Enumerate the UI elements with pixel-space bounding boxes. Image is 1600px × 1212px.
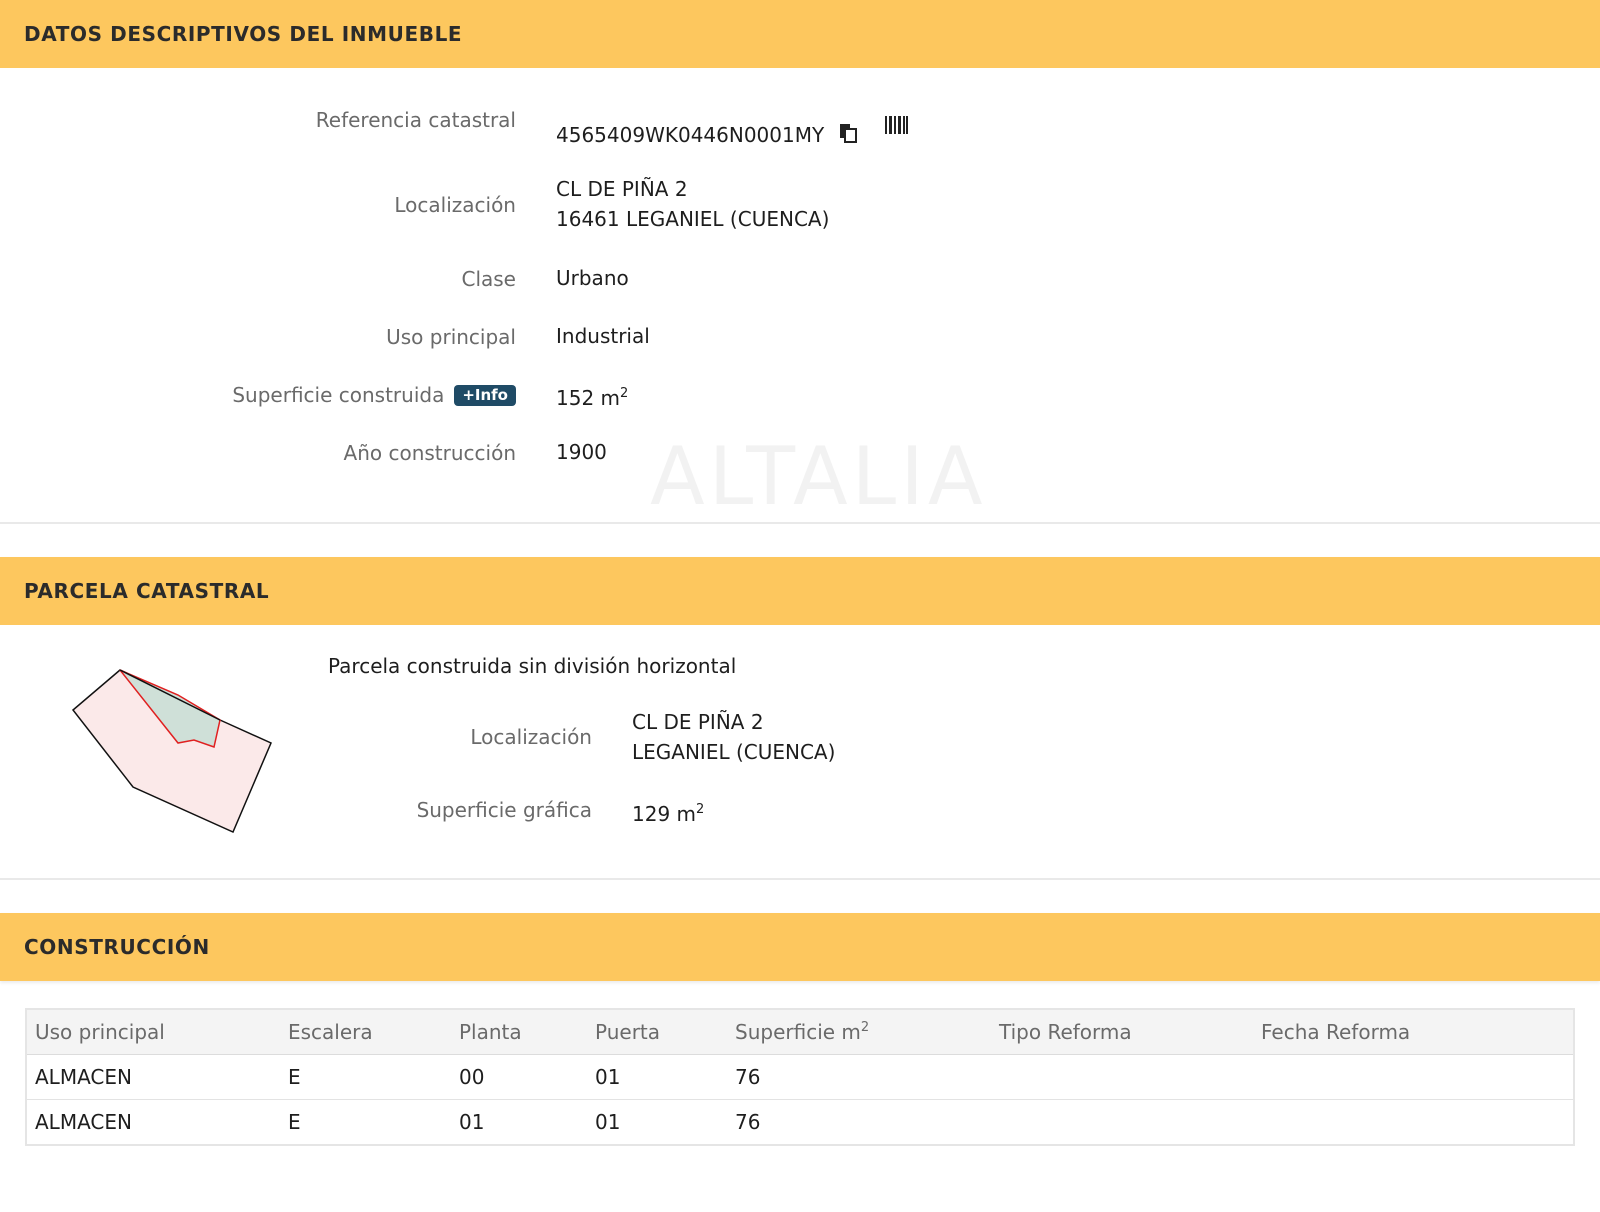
parcela-loc-label: Localización bbox=[470, 725, 592, 749]
cell-uso: ALMACEN bbox=[26, 1099, 280, 1146]
sup-label: Superficie construida bbox=[232, 383, 445, 407]
cell-fecha-reforma bbox=[1253, 1099, 1574, 1146]
cell-fecha-reforma bbox=[1253, 1054, 1574, 1100]
construccion-header: CONSTRUCCIÓN bbox=[0, 913, 1600, 981]
sup-label-row: Superficie construida +Info bbox=[232, 383, 516, 407]
cell-planta: 01 bbox=[451, 1099, 587, 1146]
construccion-title: CONSTRUCCIÓN bbox=[24, 935, 210, 959]
loc-line1: CL DE PIÑA 2 bbox=[556, 177, 688, 201]
parcela-loc-value: CL DE PIÑA 2 LEGANIEL (CUENCA) bbox=[632, 707, 835, 767]
parcela-sup-label: Superficie gráfica bbox=[416, 798, 592, 822]
anio-label: Año construcción bbox=[343, 441, 516, 465]
anio-value: 1900 bbox=[556, 440, 607, 464]
col-header-puerta: Puerta bbox=[587, 1009, 727, 1055]
table-row: ALMACEN E 01 01 76 bbox=[26, 1099, 1574, 1146]
cell-tipo-reforma bbox=[991, 1099, 1253, 1146]
cell-superficie: 76 bbox=[727, 1099, 991, 1146]
col-header-escalera: Escalera bbox=[280, 1009, 451, 1055]
parcela-body: Parcela construida sin división horizont… bbox=[0, 625, 1600, 880]
cell-escalera: E bbox=[280, 1099, 451, 1146]
sup-value: 152 m bbox=[556, 386, 621, 410]
parcela-sup-value: 129 m bbox=[632, 802, 697, 826]
datos-header: DATOS DESCRIPTIVOS DEL INMUEBLE bbox=[0, 0, 1600, 68]
col-header-tipo-reforma: Tipo Reforma bbox=[991, 1009, 1253, 1055]
ref-value-row: 4565409WK0446N0001MY bbox=[556, 114, 909, 152]
table-header-row: Uso principal Escalera Planta Puerta Sup… bbox=[26, 1009, 1574, 1055]
parcela-subtitle: Parcela construida sin división horizont… bbox=[328, 654, 737, 678]
info-button[interactable]: +Info bbox=[454, 385, 516, 406]
ref-label: Referencia catastral bbox=[315, 108, 516, 132]
col-header-superficie: Superficie m2 bbox=[727, 1009, 991, 1055]
datos-body: ALTALIA Referencia catastral 4565409WK04… bbox=[0, 68, 1600, 524]
cell-escalera: E bbox=[280, 1054, 451, 1100]
sup-value-row: 152 m2 bbox=[556, 379, 628, 413]
parcela-sup-row: 129 m2 bbox=[632, 795, 704, 829]
uso-value: Industrial bbox=[556, 324, 650, 348]
parcela-loc-line2: LEGANIEL (CUENCA) bbox=[632, 740, 836, 764]
parcela-sup-exp: 2 bbox=[696, 802, 705, 817]
cell-puerta: 01 bbox=[587, 1054, 727, 1100]
uso-label: Uso principal bbox=[386, 325, 516, 349]
cell-planta: 00 bbox=[451, 1054, 587, 1100]
cell-puerta: 01 bbox=[587, 1099, 727, 1146]
col-header-uso: Uso principal bbox=[26, 1009, 280, 1055]
col-header-superficie-exp: 2 bbox=[860, 1020, 870, 1035]
parcela-header: PARCELA CATASTRAL bbox=[0, 557, 1600, 625]
col-header-planta: Planta bbox=[451, 1009, 587, 1055]
clase-value: Urbano bbox=[556, 266, 629, 290]
datos-title: DATOS DESCRIPTIVOS DEL INMUEBLE bbox=[24, 22, 463, 46]
table-row: ALMACEN E 00 01 76 bbox=[26, 1054, 1574, 1100]
sup-exp: 2 bbox=[620, 386, 629, 401]
parcel-map[interactable] bbox=[60, 655, 290, 845]
loc-line2: 16461 LEGANIEL (CUENCA) bbox=[556, 207, 830, 231]
parcela-title: PARCELA CATASTRAL bbox=[24, 579, 270, 603]
cell-uso: ALMACEN bbox=[26, 1054, 280, 1100]
cell-tipo-reforma bbox=[991, 1054, 1253, 1100]
clase-label: Clase bbox=[461, 267, 516, 291]
parcela-loc-line1: CL DE PIÑA 2 bbox=[632, 710, 764, 734]
col-header-superficie-label: Superficie m bbox=[735, 1020, 861, 1044]
barcode-icon[interactable] bbox=[884, 114, 909, 144]
construccion-table: Uso principal Escalera Planta Puerta Sup… bbox=[25, 1008, 1575, 1146]
loc-value: CL DE PIÑA 2 16461 LEGANIEL (CUENCA) bbox=[556, 174, 829, 234]
cell-superficie: 76 bbox=[727, 1054, 991, 1100]
loc-label: Localización bbox=[394, 193, 516, 217]
watermark: ALTALIA bbox=[650, 430, 987, 523]
ref-value[interactable]: 4565409WK0446N0001MY bbox=[556, 123, 824, 147]
col-header-fecha-reforma: Fecha Reforma bbox=[1253, 1009, 1574, 1055]
copy-icon[interactable] bbox=[837, 122, 859, 152]
